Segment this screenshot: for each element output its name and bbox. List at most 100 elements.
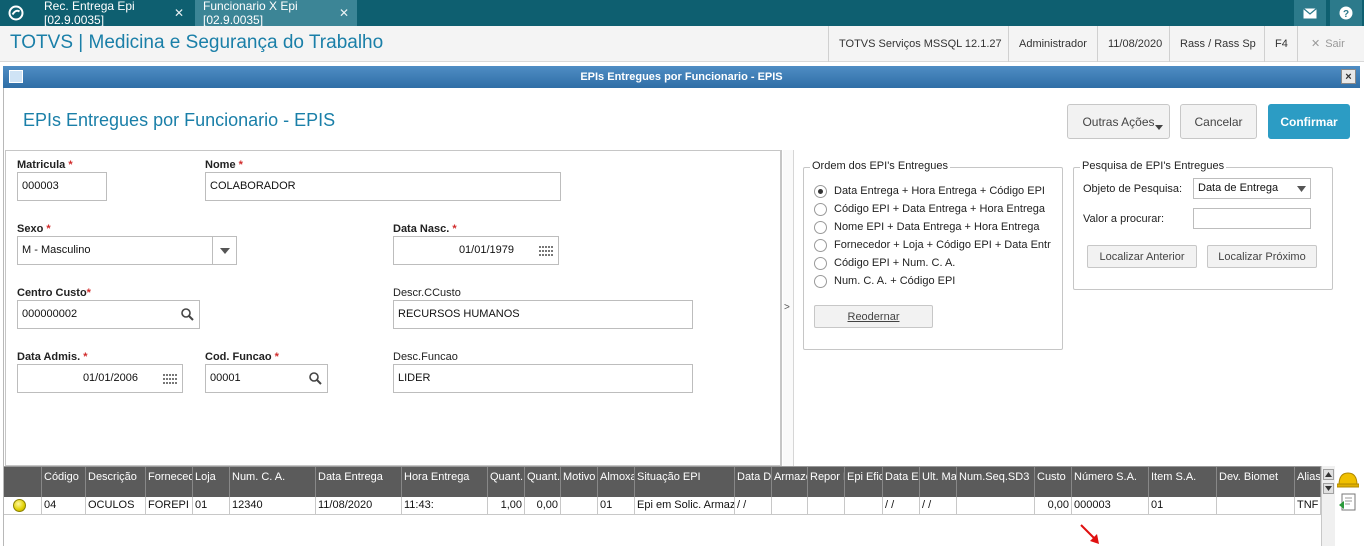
table-cell[interactable]: 0,00 bbox=[1035, 497, 1072, 515]
table-cell[interactable]: OCULOS bbox=[86, 497, 146, 515]
status-legend-icon[interactable] bbox=[13, 499, 26, 512]
totvs-logo-icon[interactable] bbox=[0, 0, 32, 26]
table-cell[interactable]: 04 bbox=[42, 497, 86, 515]
shortcut-info[interactable]: F4 bbox=[1264, 26, 1288, 62]
descr-ccusto-field[interactable]: RECURSOS HUMANOS bbox=[393, 300, 693, 329]
centro-custo-field[interactable]: 000000002 bbox=[17, 300, 200, 329]
column-header[interactable]: Data De bbox=[735, 467, 772, 497]
column-header[interactable]: Dev. Biomet bbox=[1217, 467, 1295, 497]
table-cell[interactable]: 11/08/2020 bbox=[316, 497, 402, 515]
calendar-icon[interactable] bbox=[158, 365, 182, 392]
user-info[interactable]: Administrador bbox=[1008, 26, 1087, 62]
calendar-icon[interactable] bbox=[534, 237, 558, 264]
table-cell[interactable] bbox=[808, 497, 845, 515]
search-icon[interactable] bbox=[175, 301, 199, 328]
column-header[interactable]: Forneced bbox=[146, 467, 193, 497]
table-cell[interactable] bbox=[957, 497, 1035, 515]
tab-rec-entrega-epi[interactable]: Rec. Entrega Epi [02.9.0035] ✕ bbox=[36, 0, 192, 27]
column-header[interactable]: Quant. bbox=[488, 467, 525, 497]
column-header[interactable]: Número S.A. bbox=[1072, 467, 1149, 497]
grid-scrollbar[interactable] bbox=[1321, 466, 1335, 546]
ordem-option[interactable]: Num. C. A. + Código EPI bbox=[814, 273, 955, 289]
cancel-button[interactable]: Cancelar bbox=[1180, 104, 1257, 139]
table-cell[interactable] bbox=[4, 497, 42, 515]
help-icon[interactable]: ? bbox=[1330, 0, 1362, 26]
table-row[interactable]: 04 OCULOS FOREPI 01 12340 11/08/2020 11:43: 1,0… bbox=[4, 497, 1321, 515]
date-info[interactable]: 11/08/2020 bbox=[1097, 26, 1162, 62]
scroll-up-icon[interactable] bbox=[1323, 469, 1334, 480]
search-icon[interactable] bbox=[303, 365, 327, 392]
table-cell[interactable]: 12340 bbox=[230, 497, 316, 515]
confirm-button[interactable]: Confirmar bbox=[1268, 104, 1350, 139]
column-header[interactable]: Epi Efic bbox=[845, 467, 883, 497]
scroll-down-icon[interactable] bbox=[1323, 483, 1334, 494]
objeto-select[interactable]: Data de Entrega bbox=[1193, 178, 1311, 199]
ordem-option[interactable]: Data Entrega + Hora Entrega + Código EPI bbox=[814, 183, 1045, 199]
column-header[interactable]: Descrição bbox=[86, 467, 146, 497]
branch-info[interactable]: Rass / Rass Sp bbox=[1169, 26, 1256, 62]
column-header[interactable]: Alias bbox=[1295, 467, 1321, 497]
table-cell[interactable]: 0,00 bbox=[525, 497, 561, 515]
tab-funcionario-x-epi[interactable]: Funcionario X Epi [02.9.0035] ✕ bbox=[195, 0, 357, 27]
close-tab-icon[interactable]: ✕ bbox=[174, 6, 184, 20]
exit-button[interactable]: ✕ Sair bbox=[1297, 26, 1345, 62]
table-cell[interactable]: / / bbox=[735, 497, 772, 515]
ordem-option[interactable]: Fornecedor + Loja + Código EPI + Data En… bbox=[814, 237, 1051, 253]
find-previous-button[interactable]: Localizar Anterior bbox=[1087, 245, 1197, 268]
column-header[interactable]: Data Entrega bbox=[316, 467, 402, 497]
table-cell[interactable]: 11:43: bbox=[402, 497, 488, 515]
panel-splitter[interactable]: > bbox=[783, 150, 793, 466]
other-actions-button[interactable]: Outras Ações bbox=[1067, 104, 1170, 139]
data-admis-field[interactable]: 01/01/2006 bbox=[17, 364, 183, 393]
table-cell[interactable]: 1,00 bbox=[488, 497, 525, 515]
column-header[interactable]: Loja bbox=[193, 467, 230, 497]
matricula-field[interactable]: 000003 bbox=[17, 172, 107, 201]
table-cell[interactable]: 01 bbox=[193, 497, 230, 515]
column-header[interactable]: Código bbox=[42, 467, 86, 497]
desc-funcao-field[interactable]: LIDER bbox=[393, 364, 693, 393]
table-cell[interactable] bbox=[772, 497, 808, 515]
column-header[interactable]: Motivo bbox=[561, 467, 598, 497]
valor-input[interactable] bbox=[1193, 208, 1311, 229]
data-nasc-field[interactable]: 01/01/1979 bbox=[393, 236, 559, 265]
table-cell[interactable]: FOREPI bbox=[146, 497, 193, 515]
chevron-down-icon[interactable] bbox=[1292, 179, 1310, 198]
table-cell[interactable]: Epi em Solic. Armaze bbox=[635, 497, 735, 515]
column-header[interactable]: Num. C. A. bbox=[230, 467, 316, 497]
table-cell[interactable] bbox=[561, 497, 598, 515]
column-header[interactable]: Data En bbox=[883, 467, 920, 497]
sexo-select[interactable]: M - Masculino bbox=[17, 236, 237, 265]
table-cell[interactable]: TNF bbox=[1295, 497, 1321, 515]
nome-field[interactable]: COLABORADOR bbox=[205, 172, 561, 201]
reorder-button[interactable]: Reodernar bbox=[814, 305, 933, 328]
column-header[interactable]: Almoxa bbox=[598, 467, 635, 497]
column-header[interactable]: Num.Seq.SD3 bbox=[957, 467, 1035, 497]
mail-icon[interactable] bbox=[1294, 0, 1326, 26]
column-header[interactable]: Situação EPI bbox=[635, 467, 735, 497]
chevron-down-icon[interactable] bbox=[212, 237, 236, 264]
table-cell[interactable]: / / bbox=[883, 497, 920, 515]
table-cell[interactable]: / / bbox=[920, 497, 957, 515]
ordem-option[interactable]: Nome EPI + Data Entrega + Hora Entrega bbox=[814, 219, 1039, 235]
window-close-button[interactable]: × bbox=[1341, 69, 1356, 84]
column-header[interactable]: Armaze bbox=[772, 467, 808, 497]
close-tab-icon[interactable]: ✕ bbox=[339, 6, 349, 20]
column-header[interactable] bbox=[4, 467, 42, 497]
ordem-option[interactable]: Código EPI + Data Entrega + Hora Entrega bbox=[814, 201, 1045, 217]
table-cell[interactable]: 000003 bbox=[1072, 497, 1149, 515]
column-header[interactable]: Hora Entrega bbox=[402, 467, 488, 497]
table-cell[interactable]: 01 bbox=[1149, 497, 1217, 515]
table-cell[interactable] bbox=[1217, 497, 1295, 515]
ordem-option[interactable]: Código EPI + Num. C. A. bbox=[814, 255, 955, 271]
table-cell[interactable]: 01 bbox=[598, 497, 635, 515]
cod-funcao-field[interactable]: 00001 bbox=[205, 364, 328, 393]
return-epi-icon[interactable] bbox=[1338, 492, 1358, 512]
column-header[interactable]: Repor E bbox=[808, 467, 845, 497]
column-header[interactable]: Ult. Mar bbox=[920, 467, 957, 497]
column-header[interactable]: Custo bbox=[1035, 467, 1072, 497]
column-header[interactable]: Item S.A. bbox=[1149, 467, 1217, 497]
table-cell[interactable] bbox=[845, 497, 883, 515]
find-next-button[interactable]: Localizar Próximo bbox=[1207, 245, 1317, 268]
column-header[interactable]: Quant.D bbox=[525, 467, 561, 497]
hard-hat-icon[interactable] bbox=[1337, 470, 1359, 488]
